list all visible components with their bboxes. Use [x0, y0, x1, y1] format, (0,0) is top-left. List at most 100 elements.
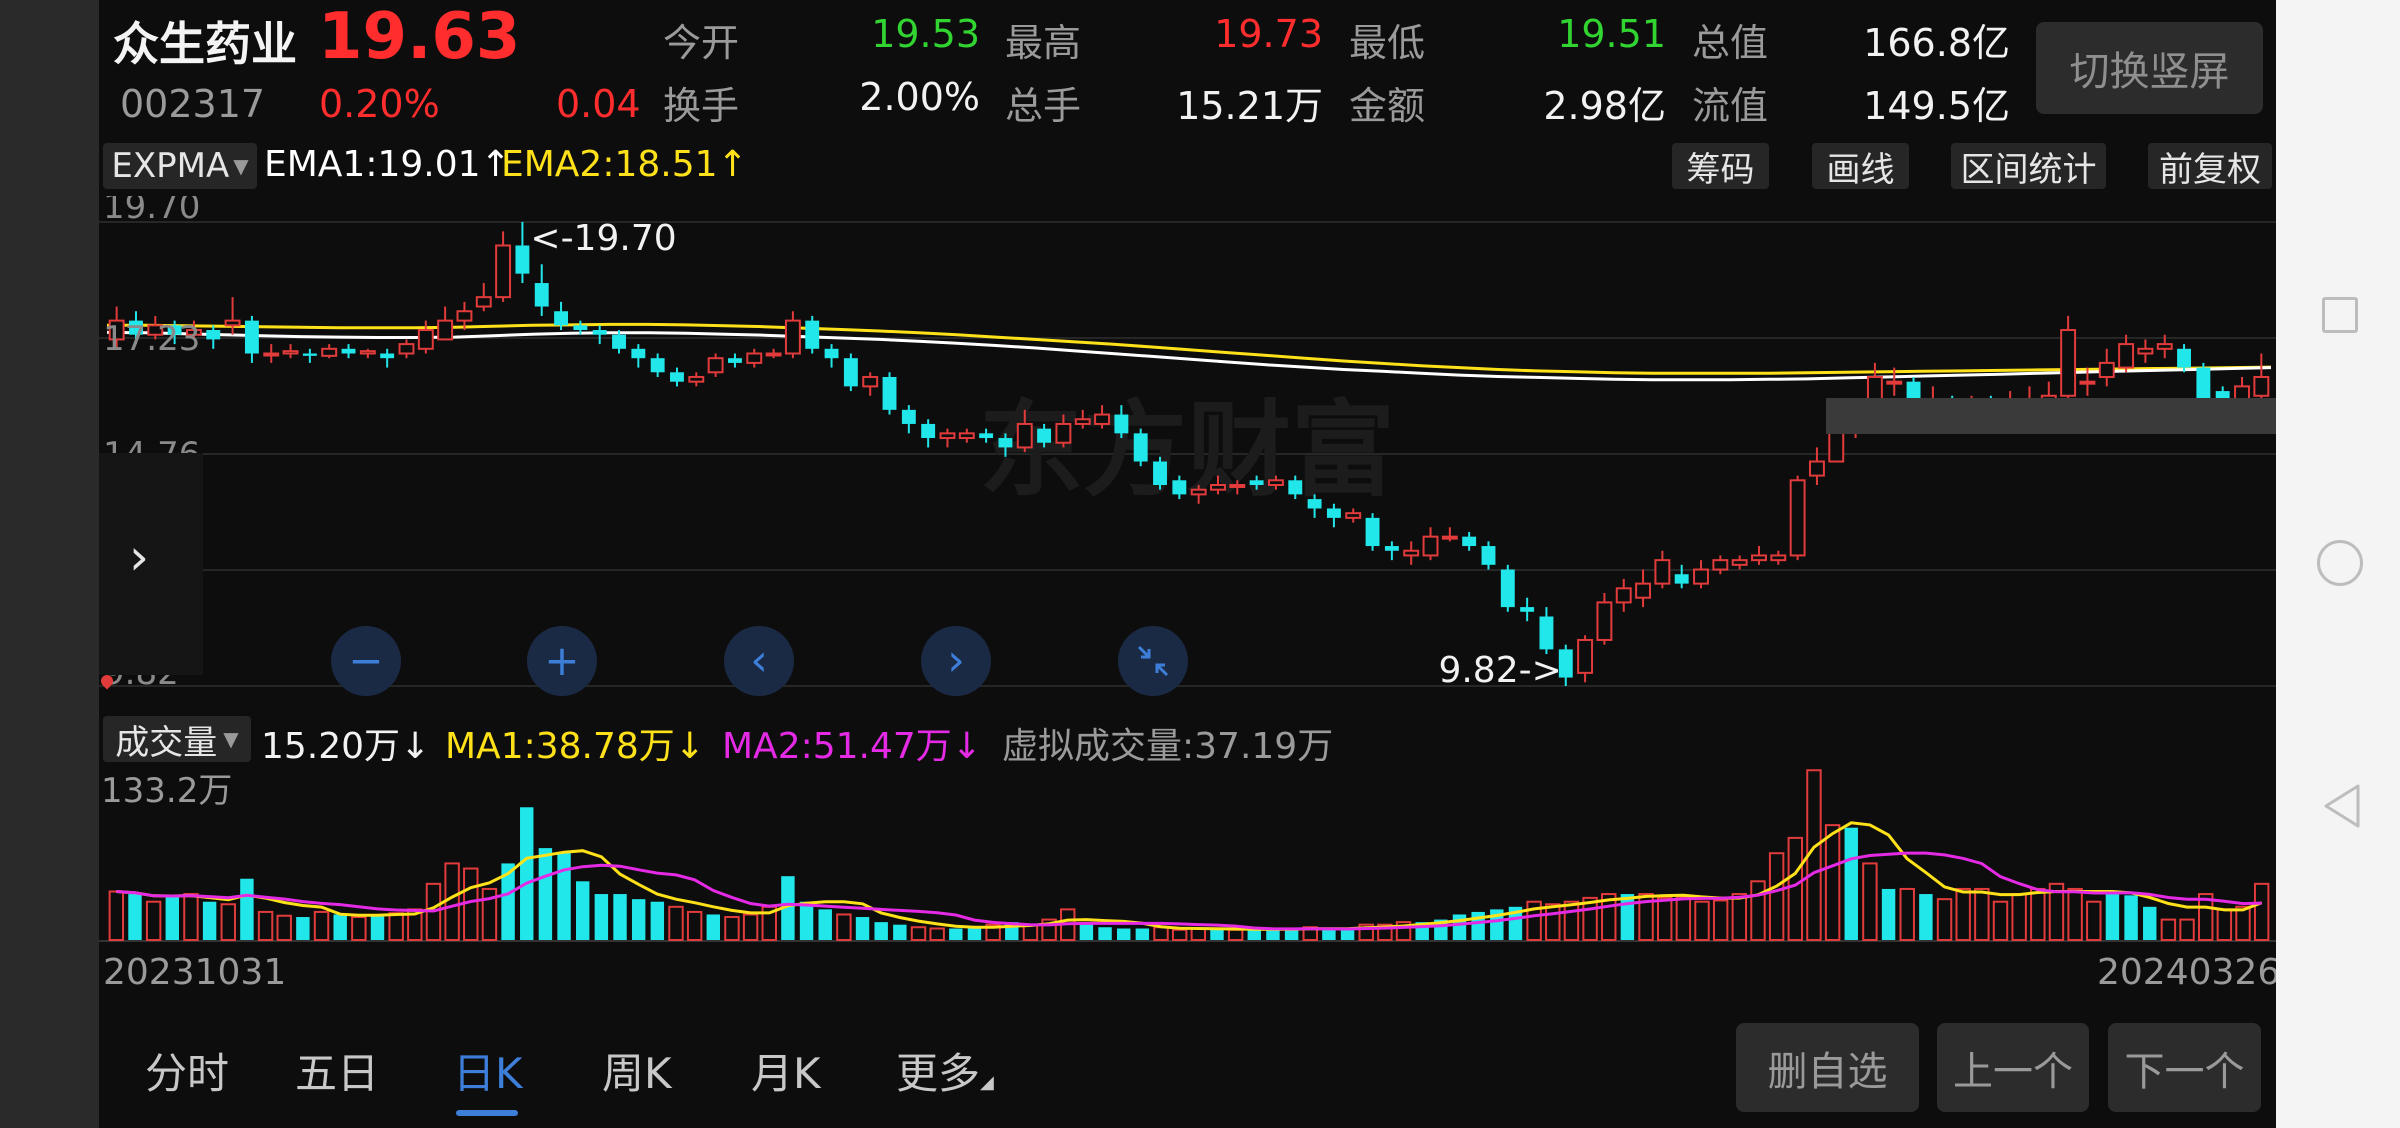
candle-body [2098, 361, 2115, 378]
ma1-readout: MA1:38.78万↓ [445, 717, 705, 769]
candle-body [631, 348, 646, 359]
candle-body [282, 350, 299, 355]
ema2-readout: EMA2:18.51↑ [501, 144, 748, 185]
candle-body [1654, 559, 1671, 585]
stat-label: 换手 [663, 84, 740, 128]
tab-five-day[interactable]: 五日 [295, 1040, 379, 1101]
tab-more[interactable]: 更多◢ [896, 1040, 994, 1101]
volume-bar [2030, 887, 2046, 942]
side-panel-toggle[interactable]: › [99, 453, 203, 675]
candle-body [1345, 512, 1362, 519]
volume-bar [1116, 928, 1131, 940]
stat-value: 19.73 [1214, 12, 1323, 56]
volume-bar [1787, 836, 1804, 941]
range-stats-button[interactable]: 区间统计 [1951, 143, 2106, 190]
candle-body [939, 432, 956, 440]
forward-adjust-button[interactable]: 前复权 [2148, 143, 2272, 190]
corner-arrow-icon: ◢ [980, 1072, 994, 1093]
stat-label: 总值 [1692, 21, 1769, 65]
indicator-select-volume[interactable]: 成交量 ▼ [103, 716, 251, 763]
volume-bar [165, 896, 180, 940]
volume-bar [1731, 893, 1748, 941]
volume-chart[interactable]: 133.2万 [99, 766, 2276, 946]
volume-bar [650, 901, 665, 940]
tab-weekly-k[interactable]: 周K [602, 1040, 672, 1101]
chevron-right-icon: › [129, 528, 149, 586]
home-icon[interactable] [2317, 540, 2363, 586]
ma2-label: MA2:51.47万 [722, 726, 952, 767]
chip-distribution-button[interactable]: 筹码 [1672, 143, 1769, 190]
candle-body [1365, 517, 1380, 547]
ma2-readout: MA2:51.47万↓ [722, 717, 982, 769]
volume-bar [1919, 894, 1933, 940]
candle-body [573, 325, 588, 331]
candle-body [1190, 488, 1207, 496]
tab-daily-k[interactable]: 日K [453, 1040, 523, 1101]
volume-bar [276, 914, 292, 941]
candle-body [2060, 329, 2077, 397]
volume-bar [1210, 929, 1224, 940]
collapse-button[interactable] [1118, 626, 1188, 696]
back-icon[interactable] [2320, 782, 2362, 830]
volume-bar [1936, 898, 1953, 942]
candle-body [206, 330, 221, 340]
candlestick-chart[interactable]: 东方财富 19.7017.2314.7612.299.82 <-19.70 9.… [99, 196, 2276, 711]
candle-body [1615, 587, 1632, 604]
volume-bar [2124, 895, 2138, 940]
tab-intraday[interactable]: 分时 [145, 1040, 229, 1101]
arrow-down-icon: ↓ [951, 726, 982, 767]
previous-stock-button[interactable]: 上一个 [1937, 1023, 2089, 1112]
stat-label: 金额 [1349, 84, 1426, 128]
candle-body [1635, 582, 1652, 599]
candle-body [224, 319, 241, 327]
next-stock-button[interactable]: 下一个 [2108, 1023, 2261, 1112]
candle-body [534, 283, 549, 307]
candle-body [1153, 461, 1167, 485]
stat-label: 总手 [1005, 84, 1082, 128]
volume-bar [1768, 852, 1785, 941]
tab-monthly-k[interactable]: 月K [751, 1040, 821, 1101]
candle-body [417, 329, 434, 350]
volume-bar [183, 893, 199, 941]
volume-bar [893, 924, 907, 940]
volume-bar [444, 862, 460, 941]
candle-body [1520, 607, 1535, 612]
candle-body [2118, 343, 2135, 369]
indicator-select-expma[interactable]: EXPMA ▼ [103, 143, 257, 189]
recent-apps-icon[interactable] [2322, 297, 2358, 333]
volume-bar [1974, 887, 1990, 942]
chevron-down-icon: ▼ [223, 727, 239, 751]
candle-body [1074, 418, 1091, 425]
volume-bar [1750, 880, 1766, 941]
scroll-right-button[interactable]: › [921, 626, 991, 696]
volume-bar [1098, 927, 1112, 940]
scroll-left-button[interactable]: ‹ [724, 626, 794, 696]
volume-bar [2179, 918, 2195, 941]
indicator-name: 成交量 [115, 722, 218, 763]
stat-label: 今开 [663, 21, 740, 65]
switch-orientation-button[interactable]: 切换竖屏 [2036, 22, 2263, 114]
remove-watchlist-button[interactable]: 删自选 [1736, 1023, 1919, 1112]
volume-bar [313, 910, 330, 941]
candle-body [1210, 483, 1226, 491]
volume-bar [128, 894, 142, 940]
volume-bar [538, 848, 553, 940]
volume-bar [724, 916, 740, 941]
candle-body [901, 409, 916, 424]
candle-body [1500, 569, 1515, 608]
volume-bar [370, 915, 385, 940]
volume-readout: 15.20万↓ [261, 717, 430, 769]
volume-bar [799, 901, 814, 940]
volume-bar [1322, 929, 1336, 940]
collapse-icon [1137, 645, 1169, 677]
candle-body [554, 311, 569, 326]
volume-bar [2067, 887, 2083, 942]
zoom-out-button[interactable]: − [331, 626, 401, 696]
stat-label: 最高 [1005, 21, 1082, 65]
candle-body [650, 358, 665, 373]
arrow-down-icon: ↓ [674, 726, 705, 767]
draw-line-button[interactable]: 画线 [1812, 143, 1909, 190]
candle-body [1288, 480, 1303, 495]
volume-bar [108, 890, 125, 941]
zoom-in-button[interactable]: + [527, 626, 597, 696]
